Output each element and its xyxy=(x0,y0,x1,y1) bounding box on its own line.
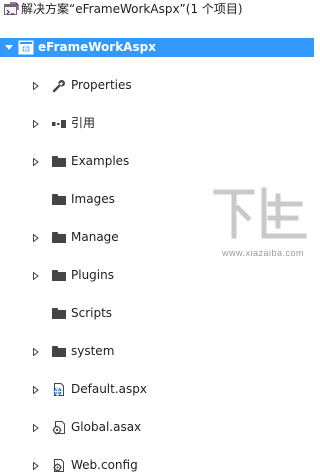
tree-item-label: Manage xyxy=(71,230,119,244)
tree-item-scripts[interactable]: Scripts xyxy=(0,304,314,323)
folder-icon xyxy=(51,344,67,359)
folder-icon xyxy=(51,154,67,169)
tree-item-properties[interactable]: Properties xyxy=(0,76,314,95)
tree-item-label: 引用 xyxy=(71,116,96,130)
tree-item-default-aspx[interactable]: Default.aspx xyxy=(0,380,314,399)
solution-node[interactable]: 解决方案“eFrameWorkAspx”(1 个项目) xyxy=(0,0,314,19)
project-name: eFrameWorkAspx xyxy=(38,40,156,54)
tree-item-label: Images xyxy=(71,192,115,206)
expand-arrow-icon[interactable] xyxy=(31,152,41,171)
watermark-url: www.xiazaiba.com xyxy=(222,248,305,258)
web-project-icon xyxy=(18,40,34,55)
tree-item-label: Scripts xyxy=(71,306,113,320)
folder-icon xyxy=(51,230,67,245)
tree-item-label: Properties xyxy=(71,78,132,92)
expand-arrow-icon[interactable] xyxy=(31,228,41,247)
expand-arrow-icon[interactable] xyxy=(31,380,41,399)
tree-item-system[interactable]: system xyxy=(0,342,314,361)
solution-title: 解决方案“eFrameWorkAspx”(1 个项目) xyxy=(21,2,243,16)
tree-item-examples[interactable]: Examples xyxy=(0,152,314,171)
tree-item-label: Examples xyxy=(71,154,130,168)
collapse-arrow-icon[interactable] xyxy=(4,38,14,57)
solution-icon xyxy=(3,2,19,17)
expand-arrow-icon[interactable] xyxy=(31,456,41,475)
folder-icon xyxy=(51,306,67,321)
tree-item-label: Default.aspx xyxy=(71,382,147,396)
tree-item-global-asax[interactable]: Global.asax xyxy=(0,418,314,437)
tree-item-label: system xyxy=(71,344,115,358)
expand-arrow-icon[interactable] xyxy=(31,114,41,133)
tree-item-label: Plugins xyxy=(71,268,114,282)
wrench-icon xyxy=(51,78,67,93)
asax-file-icon xyxy=(51,420,67,435)
expand-arrow-icon[interactable] xyxy=(31,342,41,361)
tree-item-web-config[interactable]: Web.config xyxy=(0,456,314,475)
project-node[interactable]: eFrameWorkAspx xyxy=(0,38,314,57)
tree-item-references[interactable]: 引用 xyxy=(0,114,314,133)
tree-item-label: Global.asax xyxy=(71,420,142,434)
references-icon xyxy=(51,116,67,131)
expand-arrow-icon[interactable] xyxy=(31,76,41,95)
expand-arrow-icon[interactable] xyxy=(31,266,41,285)
folder-icon xyxy=(51,192,67,207)
expand-arrow-icon[interactable] xyxy=(31,418,41,437)
tree-item-plugins[interactable]: Plugins xyxy=(0,266,314,285)
aspx-file-icon xyxy=(51,382,67,397)
config-file-icon xyxy=(51,458,67,473)
tree-item-label: Web.config xyxy=(71,458,138,472)
folder-icon xyxy=(51,268,67,283)
